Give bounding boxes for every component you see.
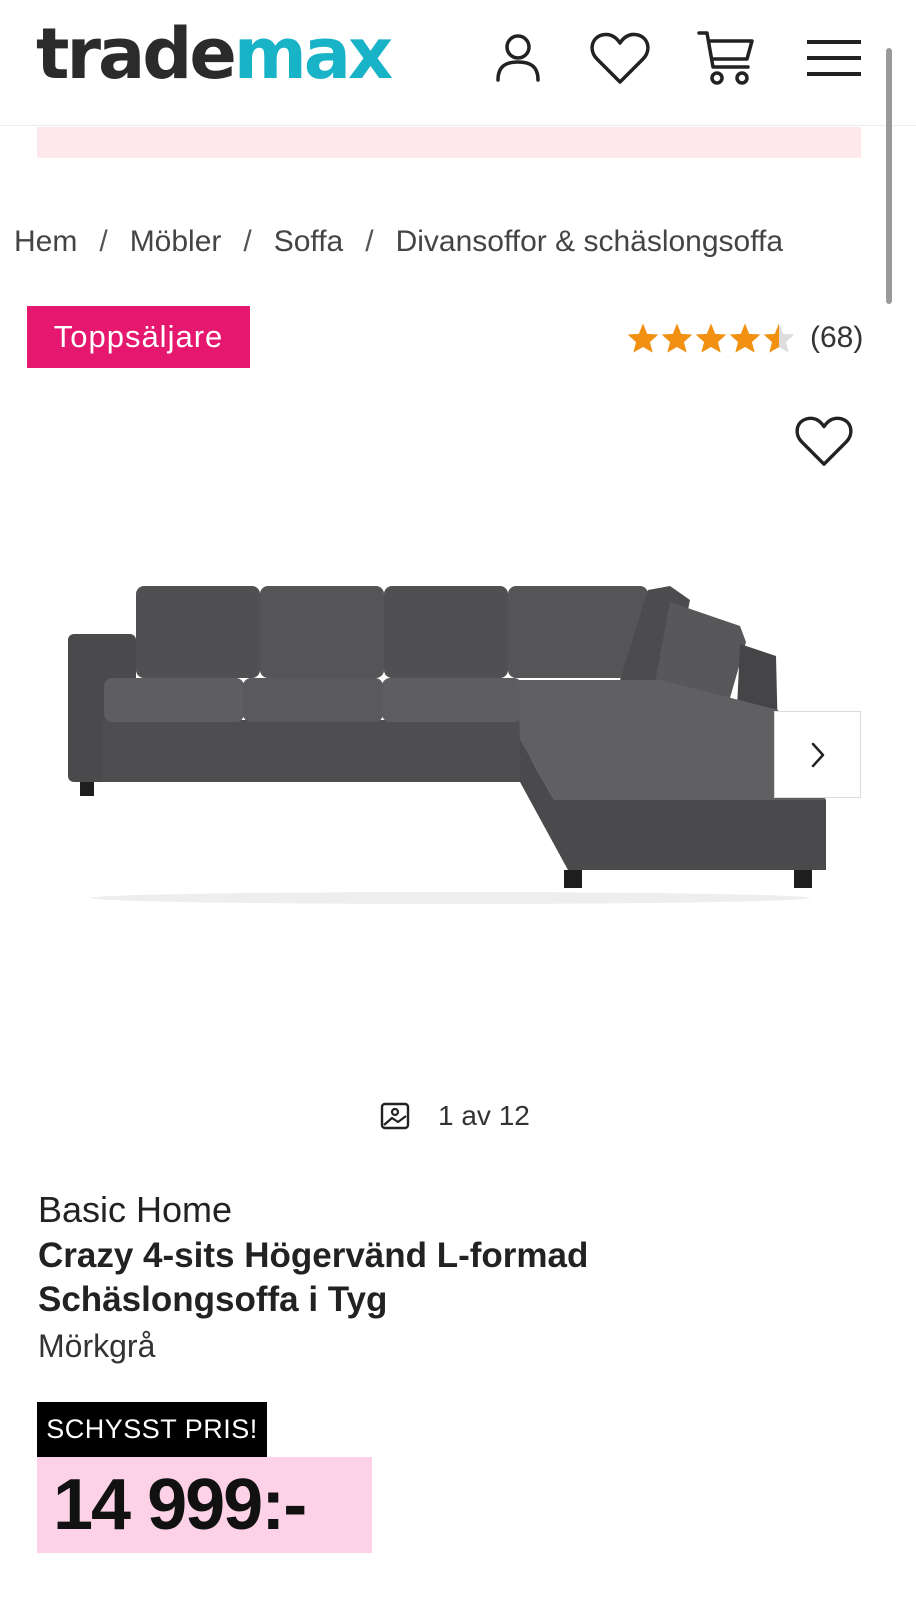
review-count: (68) [810, 321, 864, 354]
add-to-wishlist-button[interactable] [790, 408, 858, 474]
product-price: 14 999:- [37, 1457, 372, 1553]
account-icon [496, 34, 540, 82]
promo-banner [37, 127, 861, 158]
star-icon [661, 323, 693, 353]
breadcrumb-separator: / [243, 225, 252, 258]
product-image-sofa[interactable] [50, 560, 850, 920]
breadcrumb-item-divansoffor[interactable]: Divansoffor & schäslongsoffa [396, 225, 783, 259]
logo-text-trade: trade [36, 13, 237, 95]
site-header: trademax [0, 0, 916, 126]
star-icon [627, 323, 659, 353]
top-seller-badge: Toppsäljare [27, 306, 250, 368]
gallery-counter[interactable]: 1 av 12 [380, 1096, 530, 1136]
account-button[interactable] [482, 22, 554, 94]
image-icon [380, 1102, 410, 1130]
wishlist-button[interactable] [584, 22, 656, 94]
breadcrumb-item-hem[interactable]: Hem [14, 225, 77, 259]
star-icon [729, 323, 761, 353]
menu-icon [807, 40, 861, 76]
logo-text-max: max [233, 13, 393, 95]
breadcrumb-separator: / [99, 225, 108, 258]
breadcrumb-item-mobler[interactable]: Möbler [130, 225, 222, 259]
gallery-counter-text: 1 av 12 [438, 1100, 530, 1131]
page-scrollbar[interactable] [886, 48, 892, 304]
product-brand[interactable]: Basic Home [38, 1188, 232, 1232]
cart-button[interactable] [690, 22, 762, 94]
chevron-right-icon [811, 742, 824, 767]
trademax-logo[interactable]: trademax [36, 13, 393, 95]
gallery-next-button[interactable] [774, 711, 861, 798]
half-star-icon [763, 323, 795, 353]
cart-icon [697, 31, 754, 85]
product-title: Crazy 4-sits Högervänd L-formad Schäslon… [38, 1236, 589, 1319]
price-label-badge: SCHYSST PRIS! [37, 1402, 267, 1457]
breadcrumb-item-soffa[interactable]: Soffa [274, 225, 344, 259]
product-page: trademax Hem / Möbler / Soffa / Divansof… [0, 0, 916, 1600]
rating-stars [626, 322, 796, 354]
breadcrumb: Hem / Möbler / Soffa / Divansoffor & sch… [14, 222, 783, 262]
menu-button[interactable] [798, 22, 870, 94]
heart-icon [795, 416, 853, 466]
breadcrumb-separator: / [365, 225, 374, 258]
product-rating[interactable]: (68) [626, 316, 863, 360]
heart-icon [590, 32, 650, 84]
star-icon [695, 323, 727, 353]
product-color: Mörkgrå [38, 1328, 156, 1364]
